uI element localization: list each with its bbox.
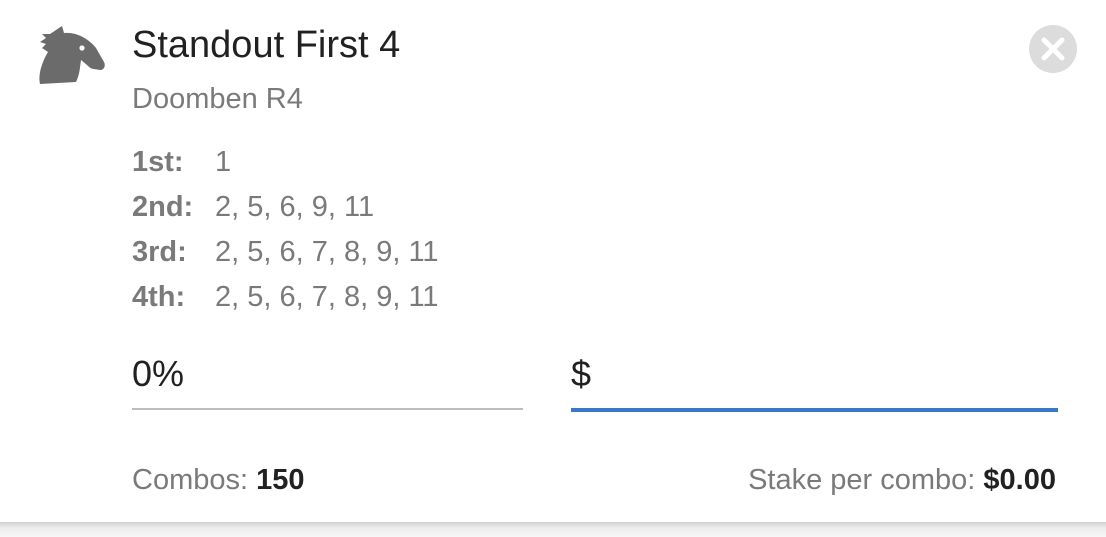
stake-summary: Stake per combo: $0.00	[748, 460, 1056, 500]
combos-value: 150	[256, 464, 305, 496]
combos-summary: Combos: 150	[132, 460, 305, 500]
stake-per-combo-label: Stake per combo:	[748, 464, 976, 496]
stake-per-combo-value: $0.00	[983, 464, 1056, 496]
position-label: 3rd:	[132, 236, 187, 268]
runner-numbers: 1	[215, 146, 232, 178]
position-label: 1st:	[132, 146, 184, 178]
percent-field[interactable]: 0%	[132, 350, 523, 410]
stake-input[interactable]	[607, 352, 1047, 398]
position-label: 4th:	[132, 281, 186, 313]
runner-numbers: 2, 5, 6, 7, 8, 9, 11	[215, 236, 439, 268]
race-name: Doomben R4	[132, 83, 303, 115]
stake-field[interactable]: $	[571, 350, 1058, 412]
runner-numbers: 2, 5, 6, 7, 8, 9, 11	[215, 281, 439, 313]
horse-head-icon	[39, 26, 105, 84]
currency-prefix: $	[571, 353, 592, 394]
bet-title: Standout First 4	[132, 24, 401, 66]
bet-card: Standout First 4 Doomben R4 1st: 1 2nd: …	[0, 0, 1106, 522]
runner-numbers: 2, 5, 6, 9, 11	[215, 191, 375, 223]
close-icon[interactable]	[1029, 25, 1077, 73]
card-shadow	[0, 522, 1106, 537]
percent-value: 0%	[132, 353, 185, 394]
combos-label: Combos:	[132, 464, 249, 496]
position-label: 2nd:	[132, 191, 194, 223]
